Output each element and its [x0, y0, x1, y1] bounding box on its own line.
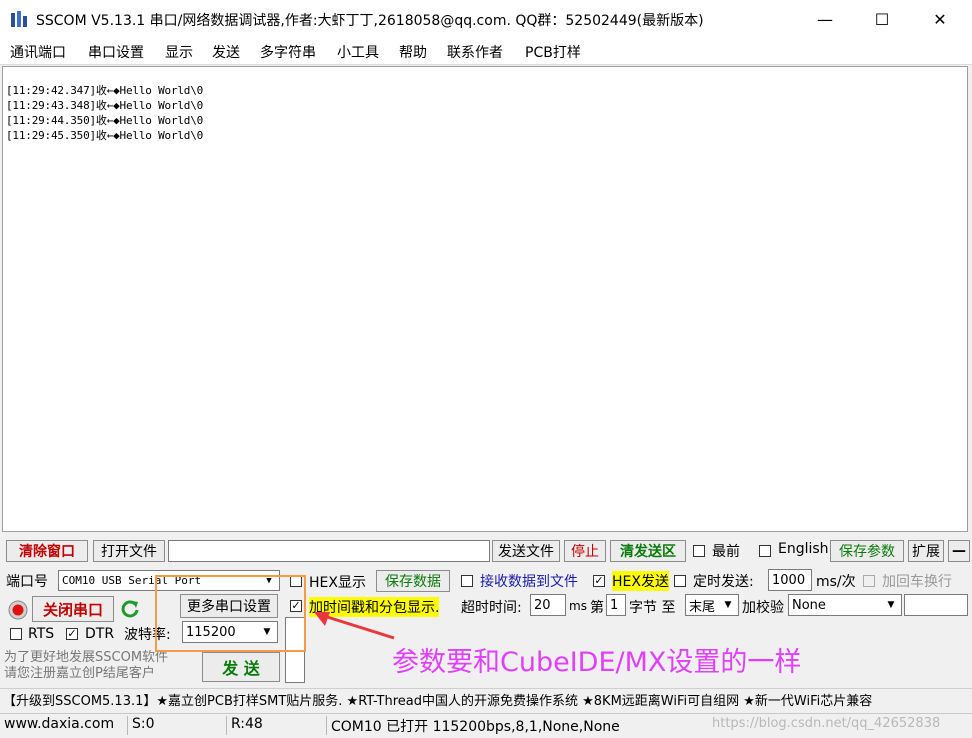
- collapse-button[interactable]: —: [948, 540, 970, 562]
- timed-send-label: 定时发送:: [693, 574, 754, 590]
- window-title: SSCOM V5.13.1 串口/网络数据调试器,作者:大虾丁丁,2618058…: [36, 13, 704, 29]
- receive-line: [11:29:42.347]收←◆Hello World\0: [6, 84, 204, 97]
- timed-unit-label: ms/次: [816, 574, 856, 590]
- menu-tools[interactable]: 小工具: [337, 42, 379, 62]
- minimize-button[interactable]: —: [796, 0, 854, 38]
- menu-pcb[interactable]: PCB打样: [525, 42, 581, 62]
- menu-help[interactable]: 帮助: [399, 42, 427, 62]
- byte-start-input[interactable]: 1: [606, 594, 626, 616]
- menu-multi-string[interactable]: 多字符串: [260, 42, 316, 62]
- timeout-input[interactable]: 20: [530, 594, 566, 616]
- add-crlf-label: 加回车换行: [882, 574, 952, 590]
- menu-comm-port[interactable]: 通讯端口: [10, 42, 66, 62]
- close-button[interactable]: ✕: [911, 0, 969, 38]
- menu-display[interactable]: 显示: [165, 42, 193, 62]
- clear-send-button[interactable]: 清发送区: [610, 540, 686, 562]
- hex-send-checkbox[interactable]: ✓: [593, 575, 605, 587]
- open-file-button[interactable]: 打开文件: [93, 540, 165, 562]
- file-path-input[interactable]: [168, 540, 490, 562]
- hex-display-label: HEX显示: [309, 575, 366, 591]
- promo-text: 为了更好地发展SSCOM软件 请您注册嘉立创P结尾客户: [4, 650, 168, 682]
- highlight-box: [155, 575, 306, 652]
- app-icon: [10, 10, 28, 28]
- checksum-select[interactable]: None ▼: [788, 594, 902, 616]
- send-file-button[interactable]: 发送文件: [492, 540, 560, 562]
- maximize-button[interactable]: ☐: [853, 0, 911, 38]
- clear-window-button[interactable]: 清除窗口: [6, 540, 88, 562]
- receive-line: [11:29:43.348]收←◆Hello World\0: [6, 99, 204, 112]
- annotation-text: 参数要和CubeIDE/MX设置的一样: [392, 647, 802, 678]
- checksum-label: 加校验: [742, 600, 784, 616]
- annotation-arrow-icon: [312, 608, 396, 644]
- close-port-button[interactable]: 关闭串口: [32, 596, 114, 622]
- refresh-icon[interactable]: [119, 598, 141, 620]
- promo-line: 为了更好地发展SSCOM软件: [4, 650, 169, 665]
- expand-button[interactable]: 扩展: [908, 540, 944, 562]
- recv-to-file-label: 接收数据到文件: [480, 574, 578, 590]
- status-recv-count: R:48: [226, 716, 321, 735]
- byte-end-value: 末尾: [689, 599, 716, 615]
- dtr-label: DTR: [85, 626, 115, 642]
- news-ticker[interactable]: 【升级到SSCOM5.13.1】★嘉立创PCB打样SMT贴片服务. ★RT-Th…: [0, 688, 972, 709]
- save-data-button[interactable]: 保存数据: [376, 570, 450, 592]
- receive-line: [11:29:44.350]收←◆Hello World\0: [6, 114, 204, 127]
- menu-send[interactable]: 发送: [212, 42, 240, 62]
- byte-prefix-label: 第: [590, 600, 604, 616]
- send-button[interactable]: 发 送: [202, 652, 280, 682]
- english-checkbox[interactable]: [759, 545, 771, 557]
- timeout-label: 超时时间:: [461, 600, 522, 616]
- chevron-down-icon: ▼: [887, 600, 895, 610]
- timed-send-checkbox[interactable]: [674, 575, 686, 587]
- status-sent-count: S:0: [127, 716, 222, 735]
- status-website[interactable]: www.daxia.com: [0, 716, 124, 735]
- receive-line: [11:29:45.350]收←◆Hello World\0: [6, 129, 204, 142]
- topmost-checkbox[interactable]: [693, 545, 705, 557]
- save-params-button[interactable]: 保存参数: [830, 540, 904, 562]
- ticker-text: 【升级到SSCOM5.13.1】★嘉立创PCB打样SMT贴片服务. ★RT-Th…: [3, 694, 873, 709]
- status-port-info: COM10 已打开 115200bps,8,1,None,None: [326, 716, 671, 735]
- byte-end-select[interactable]: 末尾 ▼: [685, 594, 739, 616]
- checksum-extra-field[interactable]: [904, 594, 968, 616]
- add-crlf-checkbox[interactable]: [863, 575, 875, 587]
- topmost-label: 最前: [712, 544, 740, 560]
- checksum-value: None: [792, 597, 826, 613]
- timeout-unit-label: ms: [569, 599, 587, 613]
- port-status-icon: [8, 600, 28, 620]
- byte-suffix-label: 字节 至: [629, 600, 676, 616]
- english-label: English: [778, 541, 829, 557]
- port-label: 端口号: [6, 574, 48, 590]
- menu-contact-author[interactable]: 联系作者: [447, 42, 503, 62]
- status-watermark: https://blog.csdn.net/qq_42652838: [712, 716, 941, 731]
- stop-button[interactable]: 停止: [564, 540, 606, 562]
- hex-send-label: HEX发送: [612, 571, 669, 591]
- menu-serial-settings[interactable]: 串口设置: [88, 42, 144, 62]
- rts-label: RTS: [28, 626, 55, 642]
- promo-line: 请您注册嘉立创P结尾客户: [4, 666, 155, 681]
- recv-to-file-checkbox[interactable]: [461, 575, 473, 587]
- rts-checkbox[interactable]: [10, 628, 22, 640]
- chevron-down-icon: ▼: [724, 600, 732, 610]
- dtr-checkbox[interactable]: ✓: [66, 628, 78, 640]
- timed-interval-input[interactable]: 1000: [768, 569, 812, 591]
